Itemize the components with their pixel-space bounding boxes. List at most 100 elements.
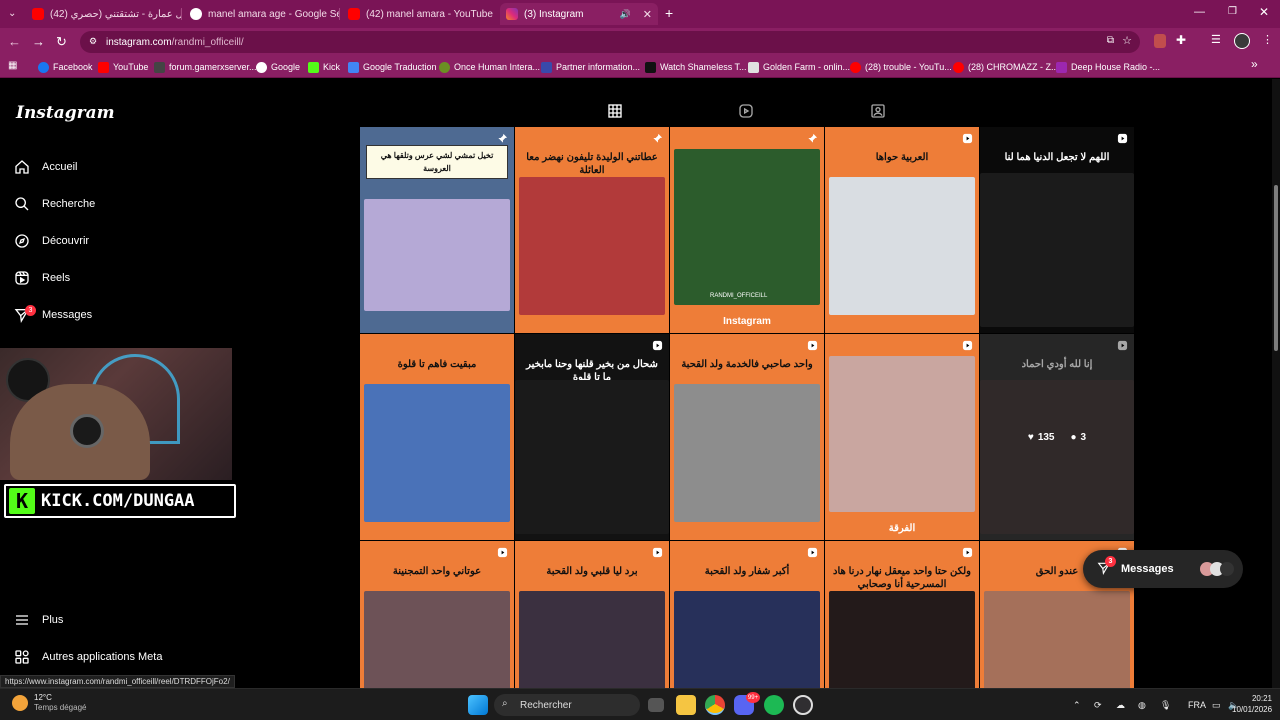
youtube-icon [98, 61, 109, 73]
nav-search[interactable]: Recherche [14, 196, 95, 212]
post-tile[interactable]: واحد صاحبي فالخدمة ولد القحبة [670, 334, 824, 540]
install-app-icon[interactable]: ⧉ [1107, 35, 1114, 46]
bookmark[interactable]: Google [256, 60, 300, 74]
post-tile[interactable]: إنا لله أودي احماد ♥ 135 ● 3 [980, 334, 1134, 540]
post-tile[interactable]: برد ليا قلبي ولد القحبة [515, 541, 669, 688]
post-tile[interactable]: العربية حواها [825, 127, 979, 333]
bookmark[interactable]: (28) CHROMAZZ - Z... [953, 60, 1059, 74]
post-image [829, 177, 975, 315]
post-tile[interactable]: الفعايل ديال صاحبي ولد القحبةالفرقة [825, 334, 979, 540]
bookmarks-overflow-button[interactable]: » [1251, 57, 1258, 71]
profile-avatar[interactable] [1234, 33, 1250, 49]
bookmark[interactable]: (28) trouble - YouTu... [850, 60, 952, 74]
tray-network-icon[interactable]: ◍ [1138, 700, 1146, 711]
url-bar[interactable]: ⚙ instagram.com/randmi_officeill/ ⧉ ☆ [80, 31, 1140, 53]
back-button[interactable]: ← [8, 34, 21, 49]
nav-more[interactable]: Plus [14, 612, 63, 628]
avatar [1219, 562, 1234, 576]
post-tile[interactable]: شحال من بخير قلنها وحنا مابخير ما تا قلو… [515, 334, 669, 540]
tray-cloud-icon[interactable]: ☁ [1116, 700, 1125, 711]
reel-icon [652, 340, 663, 351]
task-view-icon[interactable] [648, 698, 664, 712]
youtube-icon [850, 61, 861, 73]
minimize-button[interactable]: — [1194, 6, 1205, 18]
meta-apps-icon [15, 650, 29, 664]
post-image [519, 177, 665, 315]
close-window-button[interactable]: ✕ [1259, 5, 1269, 19]
reading-list-icon[interactable]: ☰ [1211, 33, 1221, 46]
post-footer-text: Instagram [723, 316, 771, 327]
posts-grid-icon[interactable] [607, 103, 623, 119]
reel-icon [807, 547, 818, 558]
browser-tab-active[interactable]: (3) Instagram 🔊 ✕ [500, 3, 658, 25]
post-tile[interactable]: دوزمبينRANDMI_OFFICEILLInstagram [670, 127, 824, 333]
tray-app-icon[interactable]: ⟳ [1094, 700, 1102, 711]
post-tile[interactable]: تخيل تمشي لشي عرس وتلقها هي العروسة [360, 127, 514, 333]
post-tile[interactable]: عطاتني الوليدة تليفون نهضر معا العائلة [515, 127, 669, 333]
browser-tab[interactable]: (42) manel amara - YouTube ✕ [342, 3, 498, 25]
forum-icon [154, 61, 165, 73]
nav-meta-apps[interactable]: Autres applications Meta [14, 649, 162, 665]
bookmark[interactable]: Once Human Intera... [439, 60, 540, 74]
reels-tab-icon[interactable] [738, 103, 754, 119]
pin-icon [808, 133, 818, 143]
audio-icon[interactable]: 🔊 [620, 9, 631, 20]
page-scrollbar[interactable] [1272, 79, 1280, 688]
messages-pill[interactable]: 3 Messages [1083, 550, 1243, 588]
reload-button[interactable]: ↻ [56, 34, 67, 50]
file-explorer-icon[interactable] [676, 695, 696, 715]
nav-home[interactable]: Accueil [14, 159, 77, 175]
tray-mic-icon[interactable]: 🎙 [1160, 700, 1171, 711]
apps-grid-icon[interactable]: ▦ [8, 60, 17, 71]
taskbar-search[interactable]: ⌕ Rechercher [494, 694, 640, 716]
search-icon: ⌕ [502, 698, 508, 709]
bookmark-star-icon[interactable]: ☆ [1122, 34, 1132, 47]
spotify-icon[interactable] [764, 695, 784, 715]
weather-widget[interactable]: 12°C Temps dégagé [12, 693, 86, 713]
bookmark[interactable]: Golden Farm - onlin... [748, 60, 850, 74]
nav-reels[interactable]: Reels [14, 270, 70, 286]
browser-tab[interactable]: manel amara age - Google Search ✕ [184, 3, 340, 25]
new-tab-button[interactable]: + [665, 5, 673, 21]
forward-button[interactable]: → [32, 34, 45, 49]
site-info-icon[interactable]: ⚙ [89, 36, 97, 47]
compass-icon [15, 234, 29, 248]
bookmark[interactable]: Deep House Radio -... [1056, 60, 1160, 74]
tray-display-icon[interactable]: ▭ [1212, 700, 1221, 711]
post-image [519, 591, 665, 688]
tab-search-icon[interactable]: ⌄ [8, 8, 16, 19]
extension-icon[interactable] [1154, 34, 1166, 48]
tagged-tab-icon[interactable] [870, 103, 886, 119]
bookmark[interactable]: Partner information... [541, 60, 640, 74]
nav-explore[interactable]: Découvrir [14, 233, 89, 249]
restore-button[interactable]: ❐ [1228, 6, 1237, 17]
windows-start-icon[interactable] [468, 695, 488, 715]
post-tile[interactable]: اللهم لا تجعل الدنيا هما لنا [980, 127, 1134, 333]
kick-url: KICK.COM/DUNGAA [41, 491, 195, 511]
extensions-puzzle-icon[interactable]: ✚ [1176, 33, 1186, 47]
bookmark[interactable]: YouTube [98, 60, 148, 74]
post-caption: تخيل تمشي لشي عرس وتلقها هي العروسة [366, 145, 508, 179]
bookmark[interactable]: Google Traduction [348, 60, 437, 74]
instagram-logo[interactable]: Instagram [16, 103, 115, 123]
close-icon[interactable]: ✕ [643, 8, 652, 21]
clock[interactable]: 20:21 10/01/2026 [1232, 693, 1272, 715]
bookmark[interactable]: Watch Shameless T... [645, 60, 747, 74]
post-tile[interactable]: ولكن حتا واحد ميعقل نهار درنا هاد المسرح… [825, 541, 979, 688]
bookmark[interactable]: Kick [308, 60, 340, 74]
post-tile[interactable]: عوتاني واحد التمجنينة [360, 541, 514, 688]
post-hover-overlay: ♥ 135 ● 3 [980, 334, 1134, 540]
obs-icon[interactable] [793, 695, 813, 715]
post-tile[interactable]: مبقيت فاهم تا قلوة [360, 334, 514, 540]
bookmark[interactable]: forum.gamerxserver... [154, 60, 257, 74]
keyboard-language[interactable]: FRA [1188, 700, 1206, 710]
post-tile[interactable]: أكبر شفار ولد القحبة [670, 541, 824, 688]
post-caption: أكبر شفار ولد القحبة [704, 566, 790, 577]
post-caption: مبقيت فاهم تا قلوة [397, 359, 477, 370]
browser-menu-icon[interactable]: ⋮ [1262, 33, 1273, 46]
scrollbar-thumb[interactable] [1274, 185, 1278, 351]
tray-overflow-icon[interactable]: ⌃ [1073, 700, 1081, 711]
bookmark[interactable]: Facebook [38, 60, 93, 74]
chrome-icon[interactable] [705, 695, 725, 715]
browser-tab[interactable]: (42) منال عمارة - تشتقتني (حصري ✕ [26, 3, 182, 25]
